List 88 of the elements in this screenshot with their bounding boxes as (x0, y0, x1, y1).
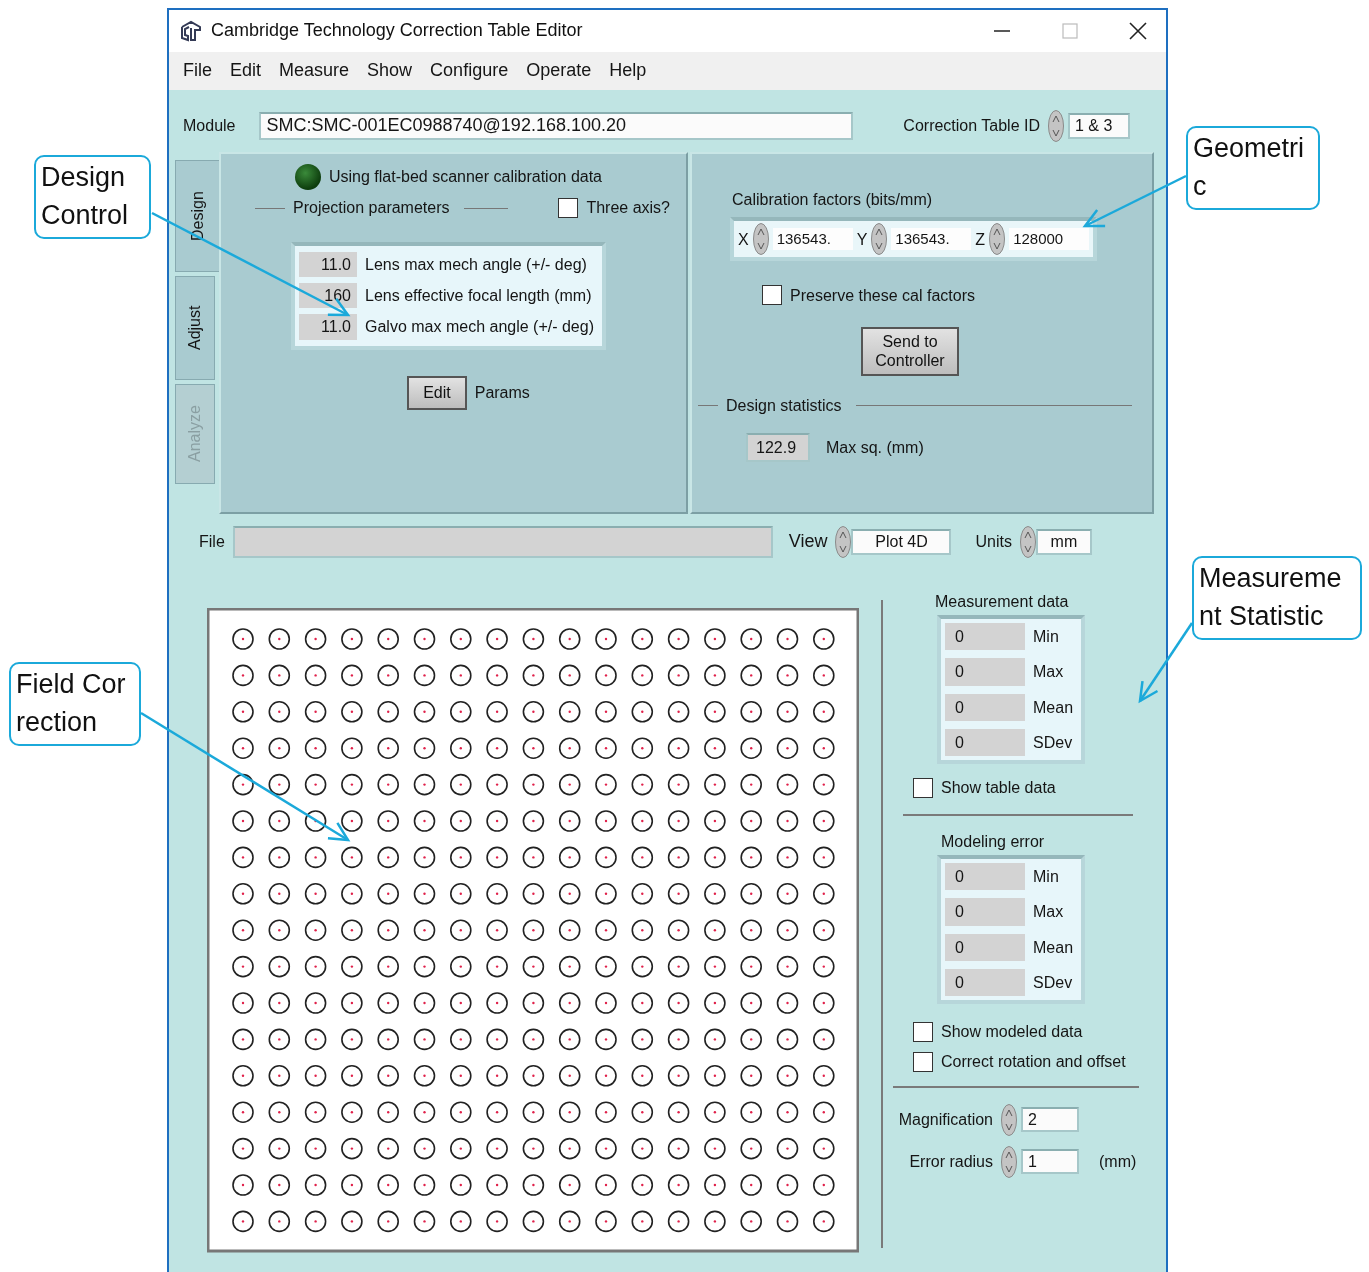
tab[interactable]: Adjust (175, 276, 215, 380)
statistic-label: Max (1033, 662, 1065, 682)
statistic-label: SDev (1033, 972, 1074, 992)
checkbox-label: Correct rotation and offset (941, 1052, 1126, 1072)
checkbox-label: Show modeled data (941, 1022, 1083, 1042)
menu-item[interactable]: Operate (518, 58, 600, 84)
spinner-control[interactable] (989, 223, 1006, 256)
statistic-value: 122.9 (746, 433, 810, 463)
params-label: Params (474, 383, 530, 403)
statistic-value: 0 (945, 933, 1025, 961)
spinner-control[interactable] (752, 223, 769, 256)
checkbox-label: Three axis? (586, 198, 670, 218)
statistic-value: 0 (945, 728, 1025, 756)
file-label: File (199, 532, 225, 552)
factor-field[interactable]: 128000 (1009, 228, 1090, 251)
section-title: Modeling error (941, 831, 1046, 852)
parameter-label: Lens effective focal length (mm) (365, 286, 593, 306)
menu-item[interactable]: Show (359, 58, 421, 84)
spinner-control[interactable] (1048, 110, 1064, 142)
spinner-control[interactable] (1001, 1145, 1017, 1178)
statistic-value: 0 (945, 623, 1025, 651)
unit-label: (mm) (1099, 1152, 1137, 1172)
module-field[interactable]: SMC:SMC-001EC0988740@192.168.100.20 (259, 112, 854, 140)
callout-label: Design Control (34, 155, 151, 239)
number-field[interactable]: 1 (1021, 1149, 1079, 1175)
section-title: Design statistics (726, 395, 842, 416)
menu-item[interactable]: File (175, 58, 220, 84)
parameter-value[interactable]: 11.0 (299, 314, 357, 340)
close-icon[interactable] (1128, 21, 1148, 41)
menu-item[interactable]: Measure (271, 58, 358, 84)
parameter-label: Galvo max mech angle (+/- deg) (365, 317, 595, 337)
statistic-label: Mean (1033, 697, 1075, 717)
spinner-control[interactable] (1019, 526, 1036, 558)
units-field[interactable]: mm (1035, 529, 1092, 555)
section-title: Measurement data (935, 592, 1070, 612)
correction-table-id-field[interactable]: 1 & 3 (1068, 113, 1130, 139)
section-title: Calibration factors (bits/mm) (732, 190, 934, 210)
axis-label: Z (975, 229, 986, 249)
field-label: Error radius (908, 1152, 993, 1172)
units-label: Units (975, 532, 1012, 552)
menu-item[interactable]: Edit (222, 58, 270, 84)
statistic-value: 0 (945, 863, 1025, 891)
field-label: Magnification (897, 1110, 993, 1130)
parameter-value[interactable]: 11.0 (299, 252, 357, 278)
send-to-controller-button[interactable]: Send to Controller (861, 327, 959, 376)
checkbox[interactable] (913, 1021, 933, 1042)
tab[interactable]: Design (175, 160, 219, 272)
correction-table-id-label: Correction Table ID (903, 116, 1040, 136)
axis-label: X (738, 229, 749, 249)
section-title: Projection parameters (293, 198, 450, 218)
statistic-label: Mean (1033, 937, 1075, 957)
statistic-value: 0 (945, 968, 1025, 996)
indicator-label: Using flat-bed scanner calibration data (328, 167, 602, 187)
checkbox[interactable] (913, 777, 933, 798)
file-field[interactable] (232, 526, 773, 558)
checkbox[interactable] (913, 1051, 933, 1072)
factor-field[interactable]: 136543. (891, 228, 972, 251)
callout-label: Geometric (1186, 126, 1320, 210)
window-title: Cambridge Technology Correction Table Editor (211, 20, 583, 42)
spinner-control[interactable] (835, 526, 852, 558)
number-field[interactable]: 2 (1021, 1107, 1079, 1133)
statistic-label: Max sq. (mm) (826, 438, 924, 458)
module-label: Module (183, 116, 236, 136)
statistic-value: 0 (945, 693, 1025, 721)
parameter-label: Lens max mech angle (+/- deg) (365, 255, 588, 275)
menu-item[interactable]: Help (601, 58, 655, 84)
spinner-control[interactable] (1001, 1103, 1017, 1136)
checkbox[interactable] (558, 198, 579, 218)
statistic-value: 0 (945, 658, 1025, 686)
view-label: View (788, 531, 828, 553)
checkbox[interactable] (762, 285, 782, 306)
menu-item[interactable]: Configure (422, 58, 517, 84)
callout-label: Measurement Statistic (1192, 556, 1362, 640)
checkbox-label: Preserve these cal factors (790, 285, 975, 305)
factor-field[interactable]: 136543. (772, 228, 853, 251)
app-logo-icon (179, 19, 203, 43)
spinner-control[interactable] (871, 223, 888, 256)
statistic-label: SDev (1033, 732, 1074, 752)
callout-label: Field Correction (9, 662, 141, 746)
statistic-label: Max (1033, 902, 1065, 922)
statistic-label: Min (1033, 867, 1060, 887)
statistic-value: 0 (945, 898, 1025, 926)
view-field[interactable]: Plot 4D (851, 529, 952, 555)
parameter-value[interactable]: 160 (299, 283, 357, 309)
checkbox-label: Show table data (941, 778, 1056, 798)
axis-label: Y (856, 229, 868, 249)
statistic-label: Min (1033, 627, 1060, 647)
edit-button[interactable]: Edit (407, 375, 467, 410)
